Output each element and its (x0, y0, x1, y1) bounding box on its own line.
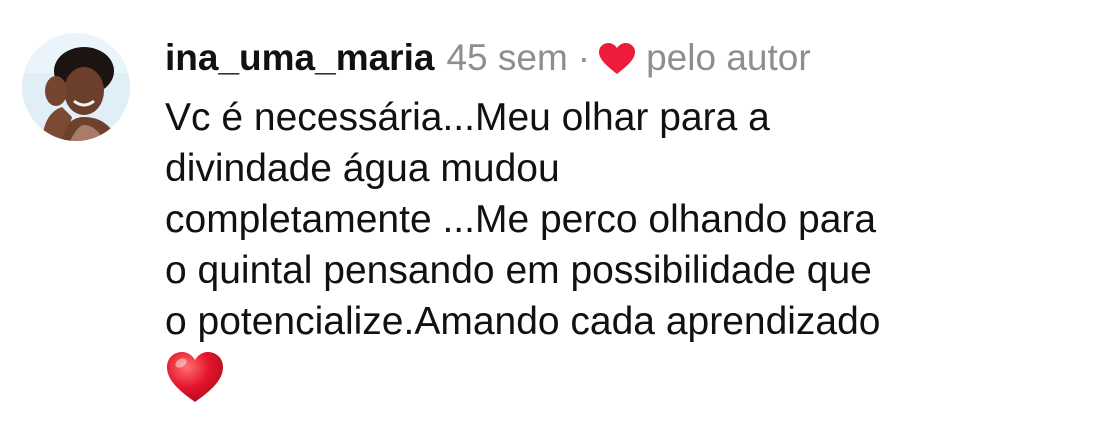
liked-by-author-label: pelo autor (646, 37, 811, 78)
comment-text-line: Vc é necessária...Meu olhar para a (165, 96, 770, 139)
timestamp[interactable]: 45 sem (446, 30, 567, 86)
avatar[interactable] (22, 33, 130, 141)
avatar-photo (22, 33, 130, 141)
heart-icon (598, 42, 636, 76)
heart-emoji-icon (165, 350, 225, 404)
comment-text-line: divindade água mudou (165, 147, 560, 190)
comment: ina_uma_maria 45 sem · pelo autor Vc é n… (0, 0, 1120, 431)
comment-text-line: completamente ...Me perco olhando para (165, 198, 877, 241)
separator-dot: · (577, 37, 591, 78)
username[interactable]: ina_uma_maria (165, 30, 434, 86)
comment-text-line: o potencialize.Amando cada aprendizado (165, 300, 881, 343)
comment-content: ina_uma_maria 45 sem · pelo autor Vc é n… (165, 30, 1105, 404)
comment-text-line: o quintal pensando em possibilidade que (165, 249, 872, 292)
comment-meta: ina_uma_maria 45 sem · pelo autor (165, 30, 1105, 86)
comment-text: Vc é necessária...Meu olhar para a divin… (165, 92, 1105, 404)
